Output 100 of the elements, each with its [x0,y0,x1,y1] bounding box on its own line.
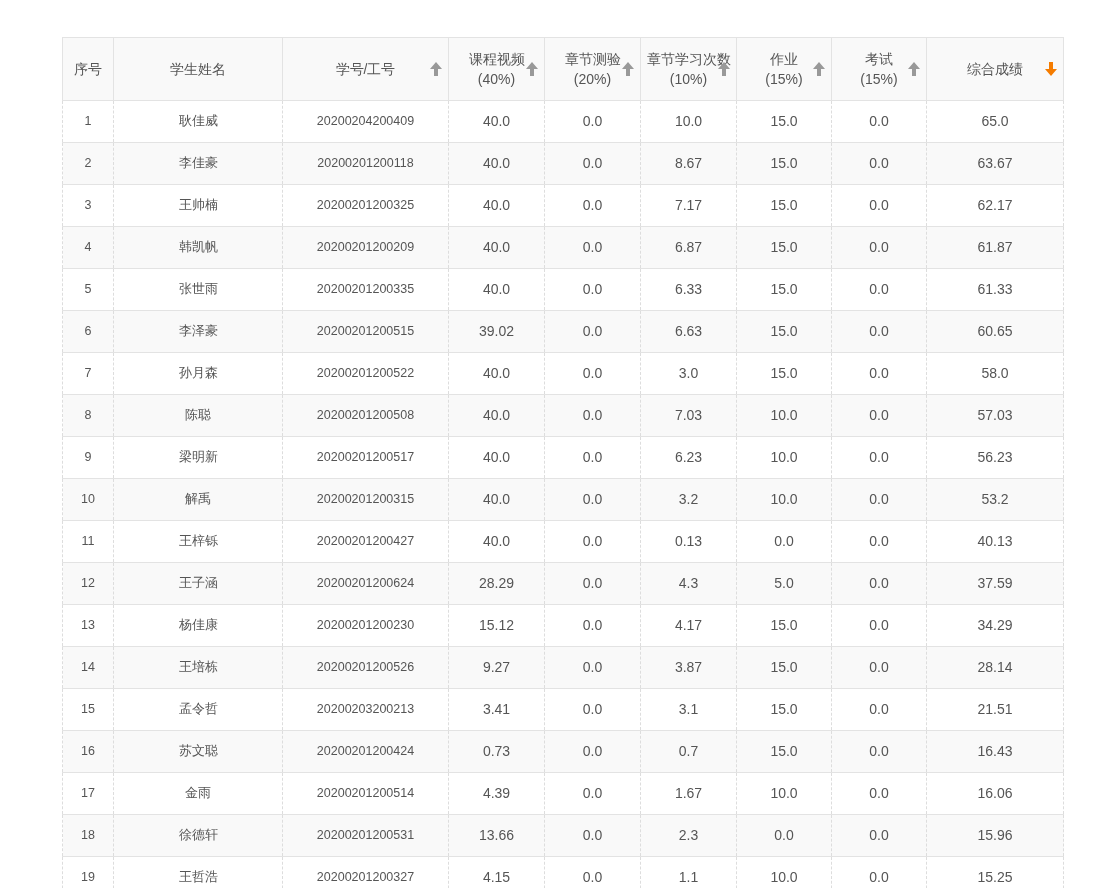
table-cell: 2.3 [640,814,737,857]
table-cell: 0.0 [831,772,927,815]
table-cell: 20200201200315 [282,478,449,521]
table-cell: 金雨 [113,772,283,815]
sort-up-arrow-icon[interactable] [813,62,825,76]
table-cell: 20200201200515 [282,310,449,353]
table-cell: 3 [62,184,114,227]
table-cell: 0.0 [544,730,641,773]
table-cell: 0.0 [544,646,641,689]
table-cell: 11 [62,520,114,563]
table-cell: 8 [62,394,114,437]
table-cell: 韩凯帆 [113,226,283,269]
table-cell: 20200201200522 [282,352,449,395]
table-cell: 3.0 [640,352,737,395]
table-cell: 15 [62,688,114,731]
table-cell: 0.0 [831,562,927,605]
table-cell: 6.23 [640,436,737,479]
table-cell: 0.0 [831,226,927,269]
sort-up-arrow-icon[interactable] [908,62,920,76]
table-cell: 0.0 [831,730,927,773]
column-header[interactable]: 课程视频 (40%) [448,37,545,101]
table-cell: 20200201200508 [282,394,449,437]
table-cell: 21.51 [926,688,1064,731]
table-cell: 40.0 [448,268,545,311]
table-cell: 10.0 [736,436,832,479]
table-cell: 王子涵 [113,562,283,605]
table-cell: 16.06 [926,772,1064,815]
table-cell: 65.0 [926,100,1064,143]
table-cell: 4.17 [640,604,737,647]
table-cell: 61.87 [926,226,1064,269]
table-cell: 2 [62,142,114,185]
table-cell: 40.0 [448,226,545,269]
table-cell: 0.0 [831,814,927,857]
table-cell: 5 [62,268,114,311]
table-cell: 6 [62,310,114,353]
table-cell: 0.0 [831,142,927,185]
sort-down-arrow-icon[interactable] [1045,62,1057,76]
table-cell: 40.0 [448,478,545,521]
table-cell: 40.0 [448,436,545,479]
table-cell: 7.17 [640,184,737,227]
table-cell: 0.0 [831,394,927,437]
table-cell: 20200201200335 [282,268,449,311]
table-cell: 20200201200230 [282,604,449,647]
table-cell: 4 [62,226,114,269]
table-cell: 15.12 [448,604,545,647]
table-cell: 20200201200325 [282,184,449,227]
table-cell: 0.0 [831,688,927,731]
table-cell: 56.23 [926,436,1064,479]
table-cell: 0.0 [544,394,641,437]
table-cell: 6.63 [640,310,737,353]
table-cell: 0.0 [544,268,641,311]
table-cell: 0.0 [831,100,927,143]
column-header[interactable]: 学号/工号 [282,37,449,101]
column-header[interactable]: 综合成绩 [926,37,1064,101]
table-cell: 16.43 [926,730,1064,773]
table-cell: 20200204200409 [282,100,449,143]
table-cell: 57.03 [926,394,1064,437]
table-cell: 苏文聪 [113,730,283,773]
table-cell: 40.0 [448,352,545,395]
table-cell: 0.0 [544,814,641,857]
column-header[interactable]: 章节测验 (20%) [544,37,641,101]
sort-up-arrow-icon[interactable] [430,62,442,76]
table-cell: 0.0 [831,184,927,227]
table-cell: 王梓铄 [113,520,283,563]
column-header[interactable]: 作业 (15%) [736,37,832,101]
table-cell: 39.02 [448,310,545,353]
table-cell: 40.0 [448,184,545,227]
sort-up-arrow-icon[interactable] [526,62,538,76]
table-cell: 20200201200209 [282,226,449,269]
table-cell: 10.0 [736,394,832,437]
table-cell: 62.17 [926,184,1064,227]
table-cell: 李佳豪 [113,142,283,185]
table-cell: 0.0 [544,310,641,353]
table-cell: 解禹 [113,478,283,521]
column-header[interactable]: 考试 (15%) [831,37,927,101]
table-cell: 15.0 [736,646,832,689]
table-cell: 0.0 [831,478,927,521]
table-cell: 8.67 [640,142,737,185]
table-cell: 0.0 [544,604,641,647]
table-cell: 18 [62,814,114,857]
table-cell: 28.14 [926,646,1064,689]
table-cell: 15.0 [736,730,832,773]
table-cell: 0.0 [544,352,641,395]
table-cell: 15.0 [736,310,832,353]
sort-up-arrow-icon[interactable] [622,62,634,76]
table-cell: 20200201200517 [282,436,449,479]
table-cell: 4.3 [640,562,737,605]
table-cell: 20200201200526 [282,646,449,689]
column-header[interactable]: 章节学习次数 (10%) [640,37,737,101]
table-cell: 28.29 [448,562,545,605]
table-cell: 58.0 [926,352,1064,395]
table-cell: 61.33 [926,268,1064,311]
table-cell: 0.7 [640,730,737,773]
table-cell: 20200203200213 [282,688,449,731]
table-cell: 0.0 [831,436,927,479]
table-cell: 40.0 [448,394,545,437]
table-cell: 15.0 [736,268,832,311]
table-cell: 14 [62,646,114,689]
table-cell: 0.0 [544,226,641,269]
table-cell: 3.2 [640,478,737,521]
